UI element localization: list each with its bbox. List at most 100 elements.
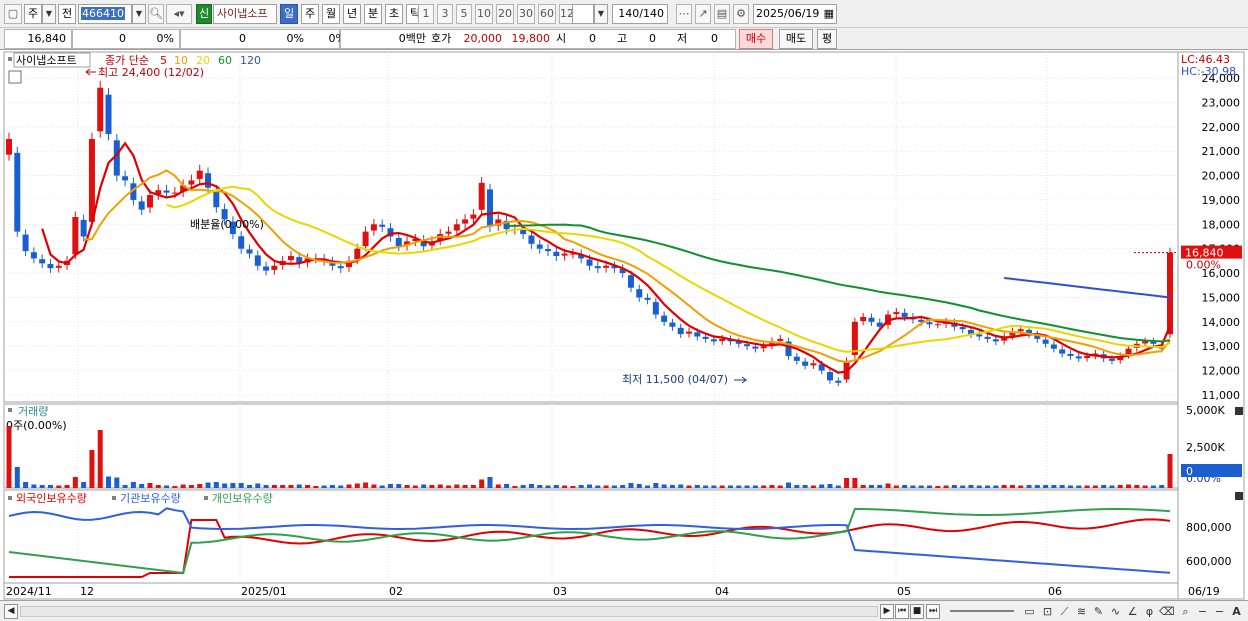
- volume-bar: [578, 485, 584, 488]
- grid-icon[interactable]: ⋯: [676, 4, 692, 24]
- candle-body: [826, 372, 833, 381]
- holdings-close-icon: [1235, 492, 1243, 500]
- date-field[interactable]: 2025/06/19 ▦: [753, 4, 837, 24]
- volume-bar: [329, 485, 335, 488]
- search-icon[interactable]: 🔍︎: [148, 4, 164, 24]
- candle-body: [561, 253, 568, 256]
- volume-bar: [89, 450, 95, 488]
- crosshair-icon[interactable]: ⊡: [1040, 604, 1055, 619]
- candle-body: [205, 173, 212, 188]
- interval-button-60[interactable]: 60: [538, 4, 556, 24]
- stock-name-field[interactable]: 사이냅소프: [213, 4, 277, 24]
- pencil-icon[interactable]: ✎: [1091, 604, 1106, 619]
- candle-body: [603, 265, 610, 268]
- fibonacci-icon[interactable]: φ: [1142, 604, 1157, 619]
- interval-button-10[interactable]: 10: [475, 4, 493, 24]
- volume-bar: [446, 485, 452, 488]
- prev-button[interactable]: 전: [58, 4, 76, 24]
- zoom-slider[interactable]: [950, 610, 1014, 612]
- draw-tool-icon[interactable]: ↗: [695, 4, 711, 24]
- chart-area[interactable]: 24,000 23,000 22,000 21,000 20,000 19,000 18,0…: [0, 50, 1248, 600]
- trendline-icon[interactable]: ⟋: [1057, 604, 1072, 619]
- window-menu-icon[interactable]: ▢: [4, 4, 22, 24]
- volume-bar: [827, 484, 833, 488]
- interval-button-5[interactable]: 5: [456, 4, 472, 24]
- period-button-4[interactable]: 분: [364, 4, 382, 24]
- save-icon[interactable]: ▤: [714, 4, 730, 24]
- scroll-right-icon[interactable]: ▶: [880, 604, 894, 619]
- candle-body: [486, 189, 493, 227]
- interval-dropdown-icon[interactable]: ▼: [594, 4, 608, 24]
- volume-axis-label: 2,500K: [1186, 441, 1225, 454]
- candle-body: [694, 332, 701, 337]
- period-button-2[interactable]: 월: [322, 4, 340, 24]
- volume-sub: 0주(0.00%): [6, 419, 67, 432]
- volume-bar: [951, 485, 957, 488]
- code-dropdown-icon[interactable]: ▼: [132, 4, 146, 24]
- period-button-5[interactable]: 초: [385, 4, 403, 24]
- wave-icon[interactable]: ∿: [1108, 604, 1123, 619]
- volume-bar: [669, 485, 675, 488]
- chevron-down-icon[interactable]: ▼: [42, 4, 56, 24]
- candle-body: [55, 265, 62, 268]
- magnifier-icon[interactable]: ⌕: [1178, 604, 1193, 619]
- candle-body: [984, 336, 991, 339]
- speaker-icon[interactable]: ◂▾: [166, 4, 192, 24]
- zoom-out-icon[interactable]: −: [1195, 604, 1210, 619]
- volume-axis-label: 5,000K: [1186, 404, 1225, 417]
- eraser-icon[interactable]: ⌫: [1159, 604, 1175, 619]
- stock-chart[interactable]: 24,00023,00022,00021,00020,00019,00018,0…: [0, 50, 1248, 600]
- interval-button-30[interactable]: 30: [517, 4, 535, 24]
- volume-bar: [537, 485, 543, 488]
- candle-body: [14, 152, 21, 232]
- interval-button-20[interactable]: 20: [496, 4, 514, 24]
- sell-button[interactable]: 매도: [779, 29, 813, 49]
- volume-bar: [1142, 485, 1148, 488]
- eval-button[interactable]: 평: [817, 29, 837, 49]
- interval-button-3[interactable]: 3: [437, 4, 453, 24]
- stop-icon[interactable]: ■: [910, 604, 924, 619]
- zoom-box-icon[interactable]: ▭: [1022, 604, 1037, 619]
- holdings-legend-1: 기관보유수량: [120, 492, 181, 505]
- period-button-1[interactable]: 주: [301, 4, 319, 24]
- interval-button-1[interactable]: 1: [418, 4, 434, 24]
- period-select[interactable]: 주: [24, 4, 42, 24]
- candle-body: [370, 224, 377, 231]
- volume-bar: [985, 485, 991, 488]
- volume-bar: [14, 467, 20, 488]
- holdings-legend-bullet: [112, 496, 116, 500]
- high-value: 0: [649, 32, 656, 45]
- volume-bar: [139, 484, 145, 488]
- volume-bar: [379, 485, 385, 488]
- candle-body: [22, 234, 29, 252]
- holdings-legend-bullet: [8, 496, 12, 500]
- volume-bar: [736, 485, 742, 488]
- horizontal-scrollbar[interactable]: [20, 606, 878, 617]
- font-size-icon[interactable]: A: [1229, 604, 1244, 619]
- period-button-3[interactable]: 년: [343, 4, 361, 24]
- volume-bar: [943, 485, 949, 488]
- status-bar: ◀ ▶ ⏮ ■ ⏭ ▭ ⊡ ⟋ ≋ ✎ ∿ ∠ φ ⌫ ⌕ − − A: [0, 600, 1248, 621]
- scroll-left-icon[interactable]: ◀: [4, 604, 18, 619]
- buy-button[interactable]: 매수: [739, 29, 773, 49]
- price-axis-label: 21,000: [1202, 145, 1241, 158]
- candle-body: [686, 331, 693, 334]
- bar-count-field[interactable]: 140/140: [612, 4, 668, 24]
- stock-code-input[interactable]: 466410: [78, 4, 132, 24]
- zoom-reset-icon[interactable]: −: [1212, 604, 1227, 619]
- angle-icon[interactable]: ∠: [1125, 604, 1140, 619]
- period-button-0[interactable]: 일: [280, 4, 298, 24]
- gear-icon[interactable]: ⚙: [733, 4, 749, 24]
- stock-code-value: 466410: [81, 7, 125, 20]
- price-axis-label: 11,000: [1202, 389, 1241, 402]
- interval-custom-input[interactable]: [572, 4, 594, 24]
- candle-body: [171, 192, 178, 194]
- rewind-icon[interactable]: ⏮: [895, 604, 909, 619]
- fast-forward-icon[interactable]: ⏭: [926, 604, 940, 619]
- calendar-icon[interactable]: ▦: [824, 5, 834, 23]
- multi-line-icon[interactable]: ≋: [1074, 604, 1089, 619]
- date-axis-label: 2025/01: [241, 585, 287, 598]
- date-axis-bar: [3, 582, 1179, 600]
- candle-body: [760, 346, 767, 349]
- candle-body: [196, 170, 203, 179]
